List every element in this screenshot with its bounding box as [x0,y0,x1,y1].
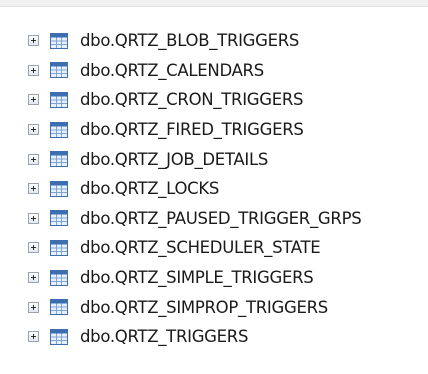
expand-plus-icon[interactable] [28,35,39,47]
tree-node[interactable]: dbo.QRTZ_TRIGGERS [0,322,428,352]
table-name-label[interactable]: dbo.QRTZ_LOCKS [80,179,219,198]
expand-plus-icon[interactable] [28,183,39,195]
table-icon [50,180,68,197]
expand-plus-icon[interactable] [28,272,39,284]
expand-plus-icon[interactable] [28,124,39,136]
tree-node[interactable]: dbo.QRTZ_SIMPLE_TRIGGERS [0,263,428,293]
expand-plus-icon[interactable] [28,94,39,106]
table-name-label[interactable]: dbo.QRTZ_SCHEDULER_STATE [80,238,321,257]
table-name-label[interactable]: dbo.QRTZ_SIMPROP_TRIGGERS [80,298,328,317]
table-name-label[interactable]: dbo.QRTZ_BLOB_TRIGGERS [80,31,299,50]
table-icon [50,269,68,286]
window-top-edge [0,0,428,7]
table-name-label[interactable]: dbo.QRTZ_JOB_DETAILS [80,150,268,169]
expand-plus-icon[interactable] [28,212,39,224]
table-name-label[interactable]: dbo.QRTZ_PAUSED_TRIGGER_GRPS [80,209,362,228]
tree-node[interactable]: dbo.QRTZ_SIMPROP_TRIGGERS [0,292,428,322]
table-icon [50,62,68,79]
table-icon [50,328,68,345]
expand-plus-icon[interactable] [28,64,39,76]
table-icon [50,91,68,108]
table-name-label[interactable]: dbo.QRTZ_CRON_TRIGGERS [80,90,304,109]
expand-plus-icon[interactable] [28,331,39,343]
tree-node[interactable]: dbo.QRTZ_LOCKS [0,174,428,204]
tree-node[interactable]: dbo.QRTZ_FIRED_TRIGGERS [0,115,428,145]
table-icon [50,32,68,49]
table-name-label[interactable]: dbo.QRTZ_SIMPLE_TRIGGERS [80,268,314,287]
object-explorer-tree: dbo.QRTZ_BLOB_TRIGGERS dbo.QRTZ_CALENDAR… [0,26,428,352]
table-name-label[interactable]: dbo.QRTZ_FIRED_TRIGGERS [80,120,304,139]
tree-node[interactable]: dbo.QRTZ_PAUSED_TRIGGER_GRPS [0,204,428,234]
table-icon [50,299,68,316]
tree-node[interactable]: dbo.QRTZ_CALENDARS [0,56,428,86]
table-name-label[interactable]: dbo.QRTZ_CALENDARS [80,61,264,80]
table-icon [50,151,68,168]
expand-plus-icon[interactable] [28,301,39,313]
tree-node[interactable]: dbo.QRTZ_SCHEDULER_STATE [0,233,428,263]
expand-plus-icon[interactable] [28,153,39,165]
table-icon [50,210,68,227]
table-icon [50,121,68,138]
table-icon [50,239,68,256]
tree-node[interactable]: dbo.QRTZ_CRON_TRIGGERS [0,85,428,115]
table-name-label[interactable]: dbo.QRTZ_TRIGGERS [80,327,248,346]
expand-plus-icon[interactable] [28,242,39,254]
tree-node[interactable]: dbo.QRTZ_BLOB_TRIGGERS [0,26,428,56]
tree-node[interactable]: dbo.QRTZ_JOB_DETAILS [0,144,428,174]
